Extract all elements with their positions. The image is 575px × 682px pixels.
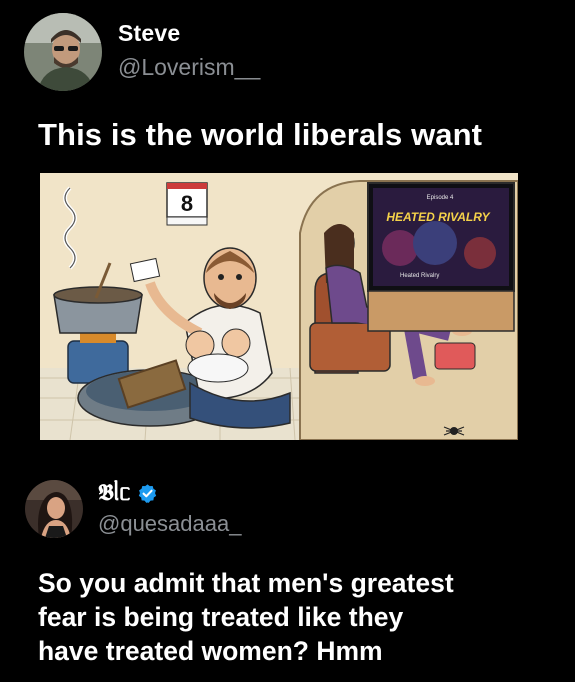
tv-show-title: HEATED RIVALRY xyxy=(386,210,490,224)
spider-icon xyxy=(443,426,465,436)
verified-badge-icon xyxy=(138,483,156,503)
author-handle[interactable]: @Loverism__ xyxy=(118,54,260,81)
reply-text-line: fear is being treated like they xyxy=(38,602,404,632)
reply-author-name[interactable]: 𝕭ᥣᥴ xyxy=(98,480,131,506)
calendar-icon: 8 xyxy=(166,182,208,226)
tweet-screenshot: Steve @Loverism__ This is the world libe… xyxy=(0,0,575,682)
reply-text-line: So you admit that men's greatest xyxy=(38,568,454,598)
author-name[interactable]: Steve xyxy=(118,20,180,47)
reply-text: So you admit that men's greatest fear is… xyxy=(38,566,558,668)
steve-avatar[interactable] xyxy=(24,13,102,91)
reply-author[interactable]: 𝕭ᥣᥴ xyxy=(98,480,158,506)
post-text: This is the world liberals want xyxy=(38,117,483,152)
reply-handle[interactable]: @quesadaaa_ xyxy=(98,511,241,537)
post-image[interactable]: 8 Episode 4 HEATED RIVALRY Heated Rivalr… xyxy=(40,173,518,440)
tv-episode-label: Episode 4 xyxy=(427,195,454,201)
calendar-number: 8 xyxy=(181,191,193,216)
tv-screen: Episode 4 HEATED RIVALRY Heated Rivalry xyxy=(367,182,515,332)
tv-caption: Heated Rivalry xyxy=(400,273,439,279)
reply-avatar[interactable] xyxy=(25,480,83,538)
reply-text-line: have treated women? Hmm xyxy=(38,636,383,666)
